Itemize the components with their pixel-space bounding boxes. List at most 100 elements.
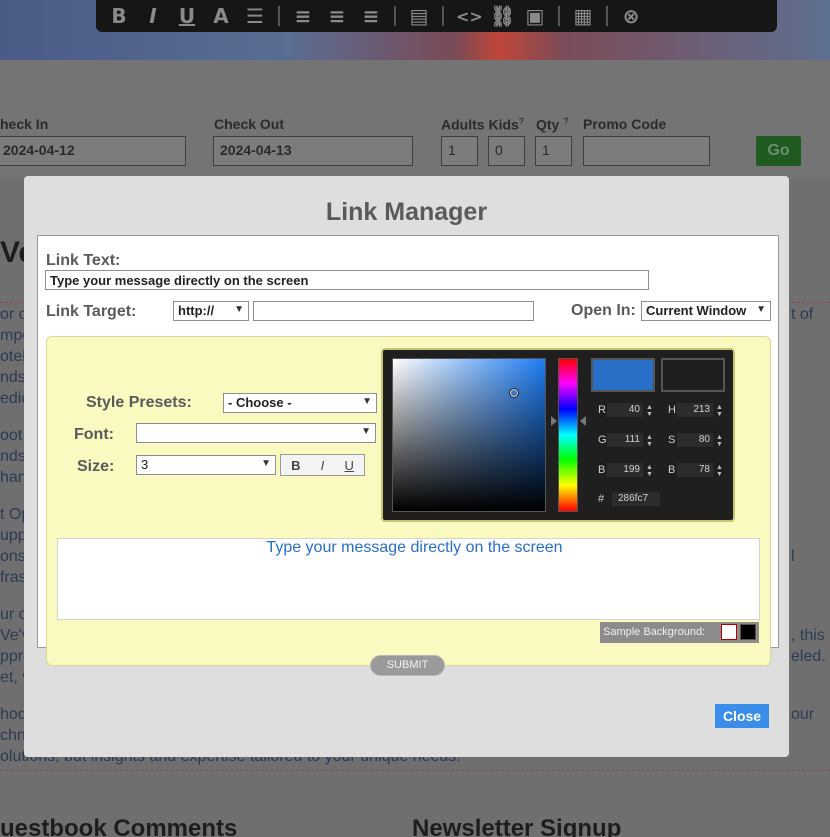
hue-slider[interactable] <box>558 358 578 512</box>
body-text: oot <box>0 427 23 444</box>
link-text-input[interactable]: Type your message directly on the screen <box>45 270 649 290</box>
black-background-swatch[interactable] <box>740 624 756 640</box>
align-right-icon[interactable]: ≡ <box>360 4 382 28</box>
chevron-down-icon: ▼ <box>756 304 766 315</box>
saturation-value-area[interactable] <box>392 358 546 512</box>
new-color-swatch <box>591 358 655 392</box>
help-mark: ? <box>518 116 525 126</box>
spinner-icon[interactable]: ▲ ▼ <box>646 464 653 478</box>
size-select[interactable]: 3 ▼ <box>136 455 276 475</box>
white-background-swatch[interactable] <box>721 624 737 640</box>
bold-button[interactable]: B <box>291 458 300 473</box>
body-text: l <box>791 548 795 565</box>
close-icon[interactable]: ⊗ <box>620 4 642 28</box>
align-left-icon[interactable]: ≡ <box>292 4 314 28</box>
brightness-field[interactable]: 78 <box>677 463 713 477</box>
style-presets-label: Style Presets: <box>86 394 192 411</box>
red-field[interactable]: 40 <box>607 403 643 417</box>
spinner-icon[interactable]: ▲ ▼ <box>716 404 723 418</box>
body-text: nds <box>0 448 26 465</box>
green-field[interactable]: 111 <box>607 433 643 447</box>
bold-icon[interactable]: B <box>108 4 130 28</box>
underline-button[interactable]: U <box>344 458 353 473</box>
body-text: our <box>791 706 815 723</box>
check-in-label: heck In <box>0 116 49 132</box>
check-in-field[interactable]: 2024-04-12 <box>0 136 186 166</box>
go-button[interactable]: Go <box>756 136 801 166</box>
open-in-select[interactable]: Current Window ▼ <box>641 301 771 321</box>
saturation-field[interactable]: 80 <box>677 433 713 447</box>
sample-background: Sample Background: <box>600 622 759 643</box>
body-text: or c <box>0 306 27 323</box>
list-icon[interactable]: ☰ <box>244 4 266 28</box>
adults-field[interactable]: 1 <box>441 136 478 166</box>
body-text: upp <box>0 527 27 544</box>
kids-field[interactable]: 0 <box>488 136 525 166</box>
preview-text: Type your message directly on the screen <box>266 539 563 556</box>
link-icon[interactable]: ⛓ <box>490 4 515 28</box>
toolbar-divider <box>606 6 608 26</box>
blue-field[interactable]: 199 <box>607 463 643 477</box>
spinner-icon[interactable]: ▲ ▼ <box>646 404 653 418</box>
spinner-icon[interactable]: ▲ ▼ <box>716 464 723 478</box>
body-text: han <box>0 469 27 486</box>
font-icon[interactable]: A <box>210 4 232 28</box>
close-button[interactable]: Close <box>715 704 769 728</box>
green-label: G <box>598 434 607 446</box>
italic-icon[interactable]: I <box>142 4 164 28</box>
document-icon[interactable]: ▤ <box>408 4 430 28</box>
underline-icon[interactable]: U <box>176 4 198 28</box>
chevron-down-icon: ▼ <box>234 304 244 315</box>
body-text: , this <box>791 627 825 644</box>
body-text: nds <box>0 369 26 386</box>
blue-label: B <box>598 464 606 476</box>
body-text: t of <box>791 306 814 323</box>
font-label: Font: <box>74 426 114 443</box>
body-text: otel <box>0 348 26 365</box>
protocol-select[interactable]: http:// ▼ <box>173 301 249 321</box>
body-text: eled. <box>791 648 826 665</box>
adults-label: Adults Kids? <box>441 116 524 133</box>
save-icon[interactable]: ▦ <box>572 4 594 28</box>
hue-pointer-left-icon <box>551 416 557 426</box>
body-text: chn <box>0 727 26 744</box>
font-select[interactable]: ▼ <box>136 423 376 443</box>
url-input[interactable] <box>253 301 534 321</box>
body-text: ons <box>0 548 26 565</box>
current-color-swatch[interactable] <box>661 358 725 392</box>
style-presets-select[interactable]: - Choose - ▼ <box>223 393 377 413</box>
open-in-value: Current Window <box>646 303 747 318</box>
brightness-label: B <box>668 464 676 476</box>
saturation-label: S <box>668 434 676 446</box>
spinner-icon[interactable]: ▲ ▼ <box>716 434 723 448</box>
toolbar-divider <box>394 6 396 26</box>
hue-field[interactable]: 213 <box>677 403 713 417</box>
color-cursor[interactable] <box>509 388 519 398</box>
help-mark: ? <box>563 116 569 126</box>
italic-button[interactable]: I <box>321 458 325 473</box>
promo-code-label: Promo Code <box>583 116 667 132</box>
body-text: hod <box>0 706 27 723</box>
hue-label: H <box>668 404 676 416</box>
toolbar-divider <box>558 6 560 26</box>
size-label: Size: <box>77 458 115 475</box>
code-icon[interactable]: <> <box>456 7 483 26</box>
red-label: R <box>598 404 606 416</box>
editor-toolbar: B I U A ☰ ≡ ≡ ≡ ▤ <> ⛓ ▣ ▦ ⊗ <box>96 0 777 32</box>
check-out-label: Check Out <box>214 116 285 132</box>
link-target-label: Link Target: <box>46 303 137 320</box>
align-center-icon[interactable]: ≡ <box>326 4 348 28</box>
hue-pointer-right-icon <box>580 416 586 426</box>
check-out-field[interactable]: 2024-04-13 <box>213 136 413 166</box>
chevron-down-icon: ▼ <box>362 396 372 407</box>
qty-field[interactable]: 1 <box>535 136 572 166</box>
submit-button[interactable]: SUBMIT <box>370 655 445 676</box>
kids-label-text: Kids <box>488 116 519 133</box>
promo-code-field[interactable] <box>583 136 710 166</box>
body-text: fras <box>0 569 27 586</box>
sample-background-label: Sample Background: <box>603 626 706 638</box>
image-icon[interactable]: ▣ <box>524 4 546 28</box>
hex-field[interactable]: 286fc7 <box>612 492 660 506</box>
format-buttons: B I U <box>280 454 365 476</box>
spinner-icon[interactable]: ▲ ▼ <box>646 434 653 448</box>
